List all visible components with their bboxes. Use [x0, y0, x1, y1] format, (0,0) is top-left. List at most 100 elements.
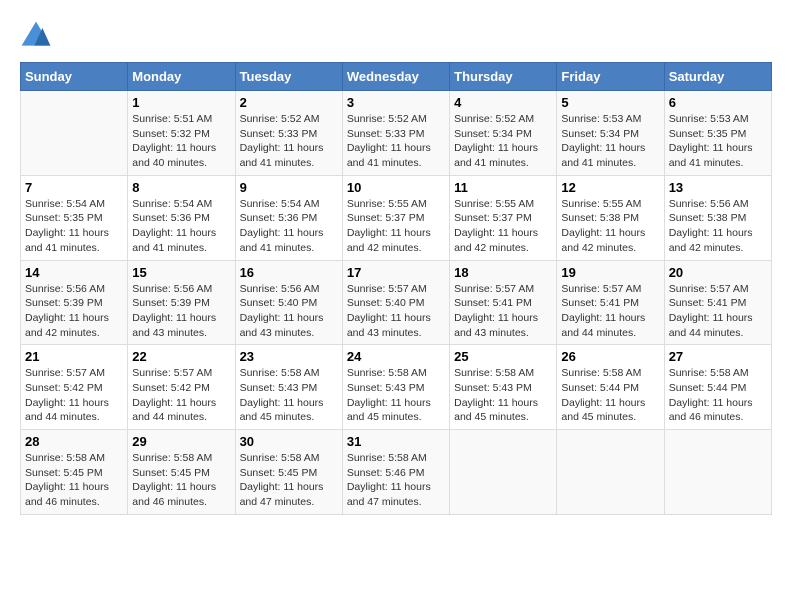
day-number: 3: [347, 95, 445, 110]
day-number: 26: [561, 349, 659, 364]
calendar-cell: 21 Sunrise: 5:57 AMSunset: 5:42 PMDayligh…: [21, 345, 128, 430]
day-number: 14: [25, 265, 123, 280]
calendar-table: SundayMondayTuesdayWednesdayThursdayFrid…: [20, 62, 772, 515]
day-info: Sunrise: 5:55 AMSunset: 5:37 PMDaylight:…: [454, 197, 552, 256]
calendar-cell: 1 Sunrise: 5:51 AMSunset: 5:32 PMDaylight…: [128, 91, 235, 176]
day-info: Sunrise: 5:58 AMSunset: 5:43 PMDaylight:…: [454, 366, 552, 425]
day-info: Sunrise: 5:57 AMSunset: 5:41 PMDaylight:…: [669, 282, 767, 341]
column-header-wednesday: Wednesday: [342, 63, 449, 91]
calendar-cell: 4 Sunrise: 5:52 AMSunset: 5:34 PMDaylight…: [450, 91, 557, 176]
calendar-cell: 5 Sunrise: 5:53 AMSunset: 5:34 PMDaylight…: [557, 91, 664, 176]
day-info: Sunrise: 5:55 AMSunset: 5:37 PMDaylight:…: [347, 197, 445, 256]
week-row-2: 7 Sunrise: 5:54 AMSunset: 5:35 PMDaylight…: [21, 175, 772, 260]
day-number: 19: [561, 265, 659, 280]
day-info: Sunrise: 5:57 AMSunset: 5:40 PMDaylight:…: [347, 282, 445, 341]
calendar-cell: 16 Sunrise: 5:56 AMSunset: 5:40 PMDayligh…: [235, 260, 342, 345]
calendar-cell: 15 Sunrise: 5:56 AMSunset: 5:39 PMDayligh…: [128, 260, 235, 345]
day-info: Sunrise: 5:58 AMSunset: 5:44 PMDaylight:…: [669, 366, 767, 425]
day-number: 16: [240, 265, 338, 280]
page-header: [20, 20, 772, 52]
column-header-saturday: Saturday: [664, 63, 771, 91]
day-number: 18: [454, 265, 552, 280]
calendar-cell: [557, 430, 664, 515]
calendar-cell: 13 Sunrise: 5:56 AMSunset: 5:38 PMDayligh…: [664, 175, 771, 260]
week-row-1: 1 Sunrise: 5:51 AMSunset: 5:32 PMDaylight…: [21, 91, 772, 176]
column-header-monday: Monday: [128, 63, 235, 91]
calendar-cell: 29 Sunrise: 5:58 AMSunset: 5:45 PMDayligh…: [128, 430, 235, 515]
day-info: Sunrise: 5:58 AMSunset: 5:43 PMDaylight:…: [240, 366, 338, 425]
day-number: 22: [132, 349, 230, 364]
column-header-sunday: Sunday: [21, 63, 128, 91]
day-number: 21: [25, 349, 123, 364]
day-number: 17: [347, 265, 445, 280]
calendar-cell: 3 Sunrise: 5:52 AMSunset: 5:33 PMDaylight…: [342, 91, 449, 176]
day-info: Sunrise: 5:52 AMSunset: 5:34 PMDaylight:…: [454, 112, 552, 171]
day-info: Sunrise: 5:52 AMSunset: 5:33 PMDaylight:…: [240, 112, 338, 171]
day-number: 10: [347, 180, 445, 195]
column-header-friday: Friday: [557, 63, 664, 91]
calendar-cell: 7 Sunrise: 5:54 AMSunset: 5:35 PMDaylight…: [21, 175, 128, 260]
calendar-cell: 23 Sunrise: 5:58 AMSunset: 5:43 PMDayligh…: [235, 345, 342, 430]
calendar-cell: 6Sunrise: 5:53 AMSunset: 5:35 PMDaylight…: [664, 91, 771, 176]
day-number: 25: [454, 349, 552, 364]
day-number: 24: [347, 349, 445, 364]
day-number: 8: [132, 180, 230, 195]
day-info: Sunrise: 5:56 AMSunset: 5:39 PMDaylight:…: [25, 282, 123, 341]
week-row-4: 21 Sunrise: 5:57 AMSunset: 5:42 PMDayligh…: [21, 345, 772, 430]
day-number: 20: [669, 265, 767, 280]
calendar-cell: 19 Sunrise: 5:57 AMSunset: 5:41 PMDayligh…: [557, 260, 664, 345]
day-info: Sunrise: 5:56 AMSunset: 5:39 PMDaylight:…: [132, 282, 230, 341]
day-number: 27: [669, 349, 767, 364]
day-info: Sunrise: 5:57 AMSunset: 5:42 PMDaylight:…: [25, 366, 123, 425]
calendar-cell: 22 Sunrise: 5:57 AMSunset: 5:42 PMDayligh…: [128, 345, 235, 430]
day-number: 5: [561, 95, 659, 110]
day-number: 7: [25, 180, 123, 195]
day-info: Sunrise: 5:56 AMSunset: 5:38 PMDaylight:…: [669, 197, 767, 256]
calendar-cell: 25 Sunrise: 5:58 AMSunset: 5:43 PMDayligh…: [450, 345, 557, 430]
day-info: Sunrise: 5:58 AMSunset: 5:43 PMDaylight:…: [347, 366, 445, 425]
calendar-cell: 27 Sunrise: 5:58 AMSunset: 5:44 PMDayligh…: [664, 345, 771, 430]
day-number: 1: [132, 95, 230, 110]
day-info: Sunrise: 5:58 AMSunset: 5:45 PMDaylight:…: [132, 451, 230, 510]
calendar-cell: [21, 91, 128, 176]
day-info: Sunrise: 5:53 AMSunset: 5:34 PMDaylight:…: [561, 112, 659, 171]
day-number: 30: [240, 434, 338, 449]
day-info: Sunrise: 5:52 AMSunset: 5:33 PMDaylight:…: [347, 112, 445, 171]
day-number: 11: [454, 180, 552, 195]
day-number: 23: [240, 349, 338, 364]
day-number: 4: [454, 95, 552, 110]
day-info: Sunrise: 5:55 AMSunset: 5:38 PMDaylight:…: [561, 197, 659, 256]
day-number: 2: [240, 95, 338, 110]
day-info: Sunrise: 5:51 AMSunset: 5:32 PMDaylight:…: [132, 112, 230, 171]
day-info: Sunrise: 5:57 AMSunset: 5:41 PMDaylight:…: [561, 282, 659, 341]
day-number: 12: [561, 180, 659, 195]
day-info: Sunrise: 5:56 AMSunset: 5:40 PMDaylight:…: [240, 282, 338, 341]
day-number: 31: [347, 434, 445, 449]
calendar-cell: 31Sunrise: 5:58 AMSunset: 5:46 PMDayligh…: [342, 430, 449, 515]
calendar-cell: 17 Sunrise: 5:57 AMSunset: 5:40 PMDayligh…: [342, 260, 449, 345]
calendar-cell: 9Sunrise: 5:54 AMSunset: 5:36 PMDaylight…: [235, 175, 342, 260]
day-info: Sunrise: 5:54 AMSunset: 5:36 PMDaylight:…: [132, 197, 230, 256]
calendar-cell: 11 Sunrise: 5:55 AMSunset: 5:37 PMDayligh…: [450, 175, 557, 260]
header-row: SundayMondayTuesdayWednesdayThursdayFrid…: [21, 63, 772, 91]
calendar-cell: 12 Sunrise: 5:55 AMSunset: 5:38 PMDayligh…: [557, 175, 664, 260]
column-header-thursday: Thursday: [450, 63, 557, 91]
calendar-cell: 18 Sunrise: 5:57 AMSunset: 5:41 PMDayligh…: [450, 260, 557, 345]
day-number: 9: [240, 180, 338, 195]
day-info: Sunrise: 5:58 AMSunset: 5:45 PMDaylight:…: [25, 451, 123, 510]
day-number: 29: [132, 434, 230, 449]
day-number: 28: [25, 434, 123, 449]
calendar-cell: 20 Sunrise: 5:57 AMSunset: 5:41 PMDayligh…: [664, 260, 771, 345]
week-row-3: 14 Sunrise: 5:56 AMSunset: 5:39 PMDayligh…: [21, 260, 772, 345]
day-info: Sunrise: 5:57 AMSunset: 5:42 PMDaylight:…: [132, 366, 230, 425]
calendar-cell: 28 Sunrise: 5:58 AMSunset: 5:45 PMDayligh…: [21, 430, 128, 515]
day-info: Sunrise: 5:54 AMSunset: 5:35 PMDaylight:…: [25, 197, 123, 256]
calendar-cell: [450, 430, 557, 515]
day-number: 15: [132, 265, 230, 280]
day-number: 6: [669, 95, 767, 110]
calendar-cell: 2 Sunrise: 5:52 AMSunset: 5:33 PMDaylight…: [235, 91, 342, 176]
day-info: Sunrise: 5:58 AMSunset: 5:45 PMDaylight:…: [240, 451, 338, 510]
day-info: Sunrise: 5:57 AMSunset: 5:41 PMDaylight:…: [454, 282, 552, 341]
column-header-tuesday: Tuesday: [235, 63, 342, 91]
day-number: 13: [669, 180, 767, 195]
